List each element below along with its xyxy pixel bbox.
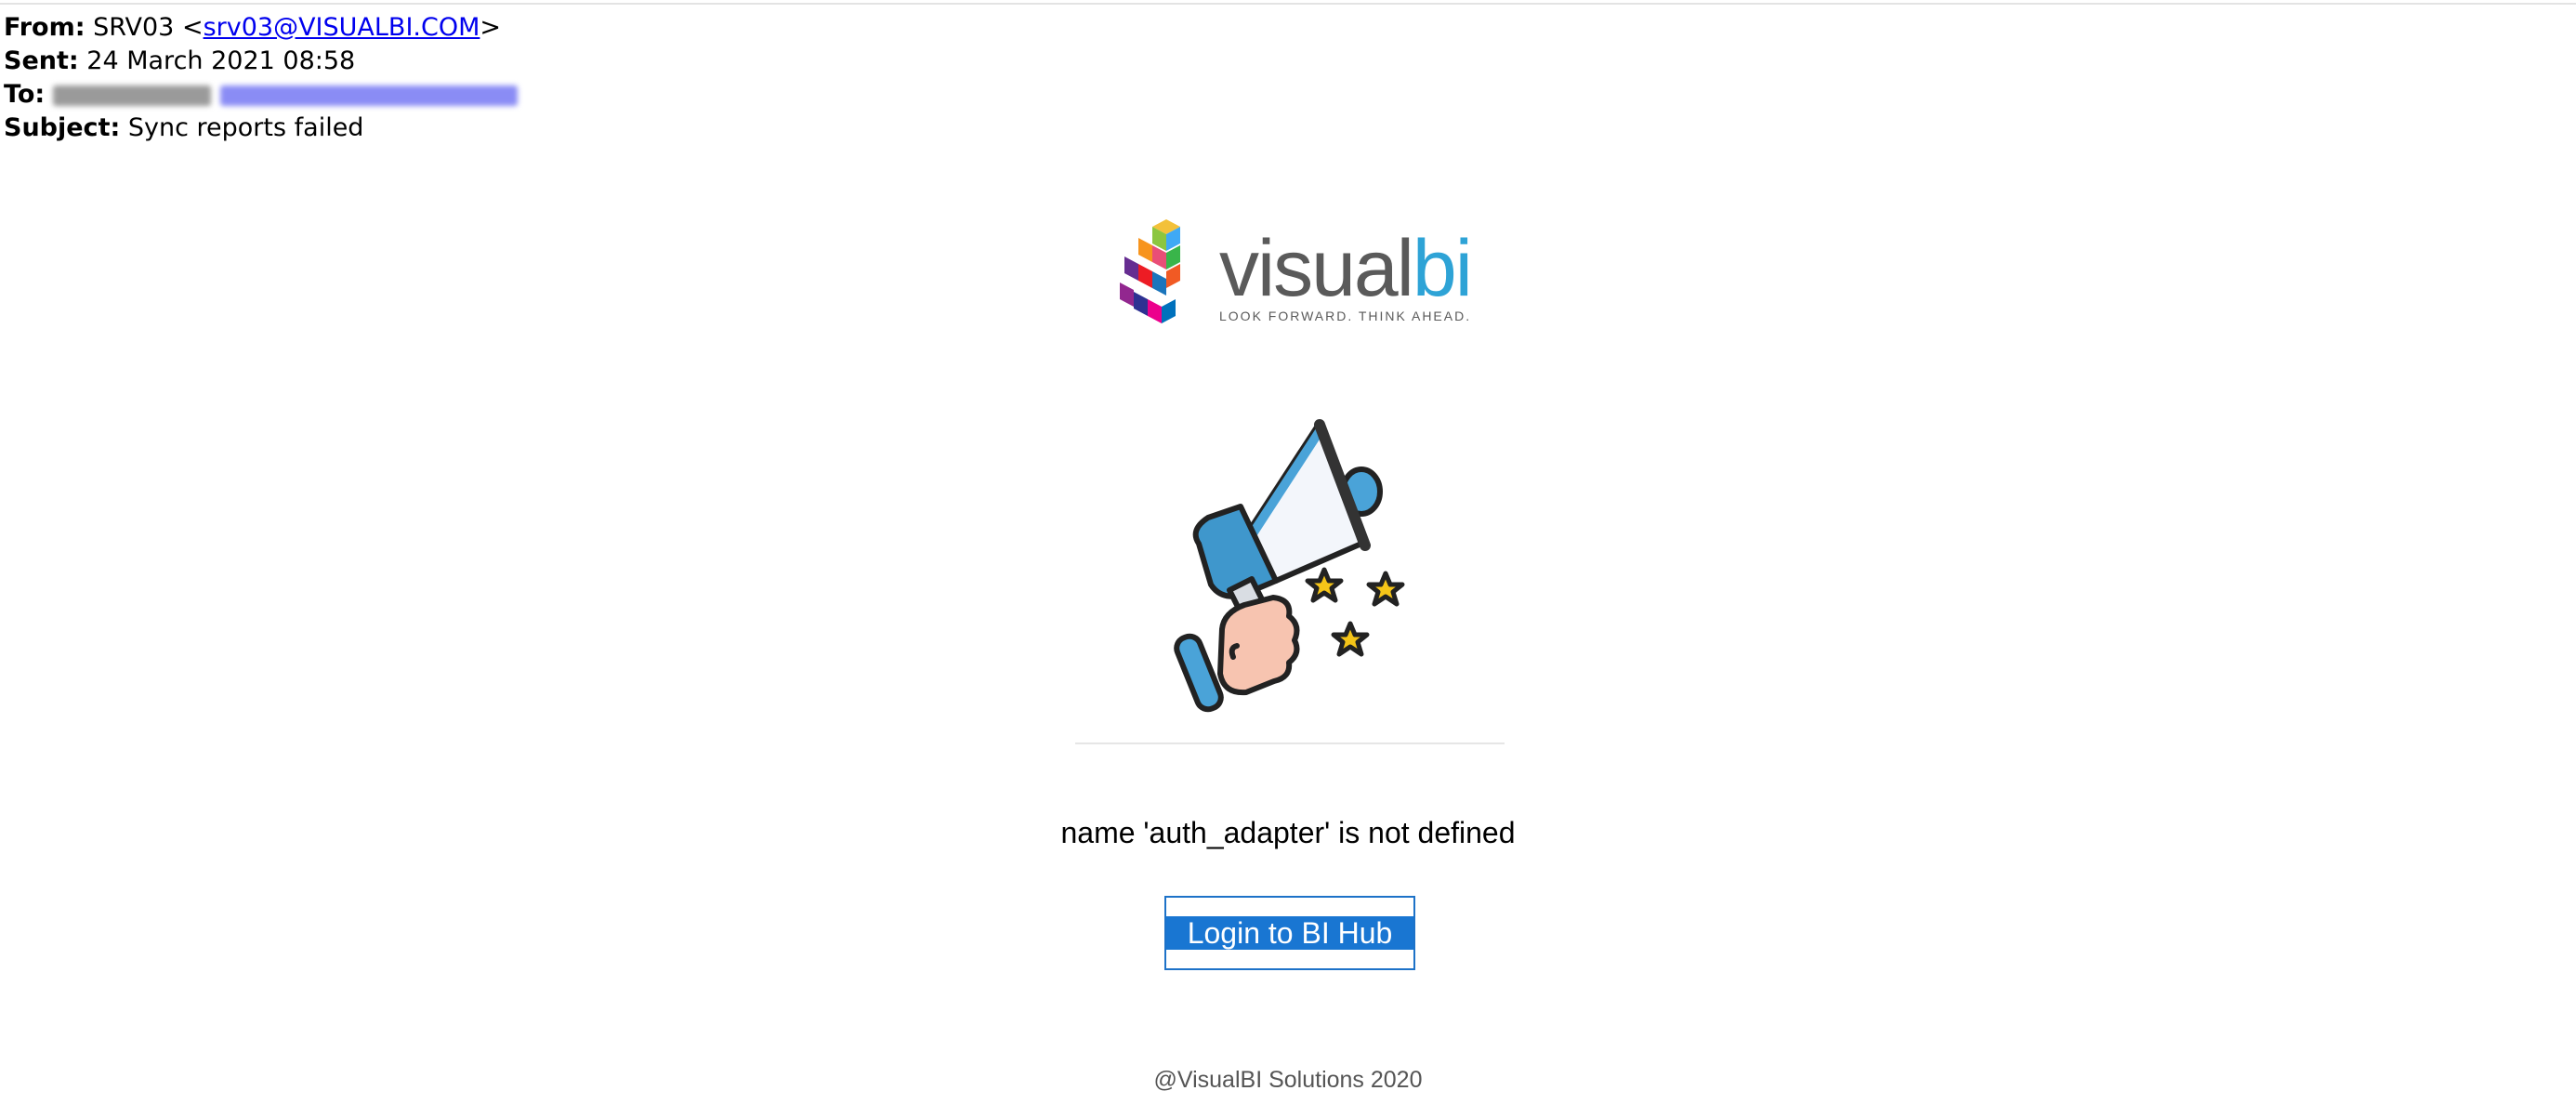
login-button[interactable]: Login to BI Hub — [1166, 916, 1413, 950]
subject-label: Subject: — [4, 113, 121, 142]
redacted-recipient-name — [52, 85, 211, 106]
subject-line: Subject: Sync reports failed — [4, 112, 518, 145]
sent-line: Sent: 24 March 2021 08:58 — [4, 45, 518, 78]
from-email-link[interactable]: srv03@VISUALBI.COM — [204, 13, 480, 42]
sent-label: Sent: — [4, 46, 79, 75]
wordmark-bi: bi — [1412, 224, 1473, 313]
from-line: From: SRV03 <srv03@VISUALBI.COM> — [4, 11, 518, 45]
to-label: To: — [4, 80, 46, 109]
content-divider — [1075, 742, 1505, 744]
to-line: To: — [4, 78, 518, 112]
visualbi-logo: visualbi LOOK FORWARD. THINK AHEAD. — [1115, 204, 1473, 335]
visualbi-cube-logo-icon — [1120, 219, 1180, 323]
visualbi-wordmark: visualbi — [1219, 229, 1473, 309]
megaphone-icon — [1174, 419, 1405, 713]
sent-value: 24 March 2021 08:58 — [86, 46, 356, 75]
error-message: name 'auth_adapter' is not defined — [1060, 816, 1516, 849]
from-open-bracket: < — [181, 13, 204, 42]
login-button-frame[interactable]: Login to BI Hub — [1164, 896, 1415, 970]
from-label: From: — [4, 13, 85, 42]
from-name: SRV03 — [93, 13, 175, 42]
star-icon — [1331, 621, 1370, 657]
footer-copyright: @VisualBI Solutions 2020 — [1153, 1067, 1423, 1093]
subject-value: Sync reports failed — [127, 113, 364, 142]
redacted-recipient-email — [219, 85, 518, 106]
from-close-bracket: > — [480, 13, 502, 42]
star-icon — [1366, 571, 1405, 607]
email-header: From: SRV03 <srv03@VISUALBI.COM> Sent: 2… — [4, 11, 518, 145]
top-divider — [0, 3, 2576, 5]
star-icon — [1305, 567, 1344, 603]
logo-tagline: LOOK FORWARD. THINK AHEAD. — [1219, 309, 1472, 323]
wordmark-visual: visual — [1219, 224, 1414, 313]
